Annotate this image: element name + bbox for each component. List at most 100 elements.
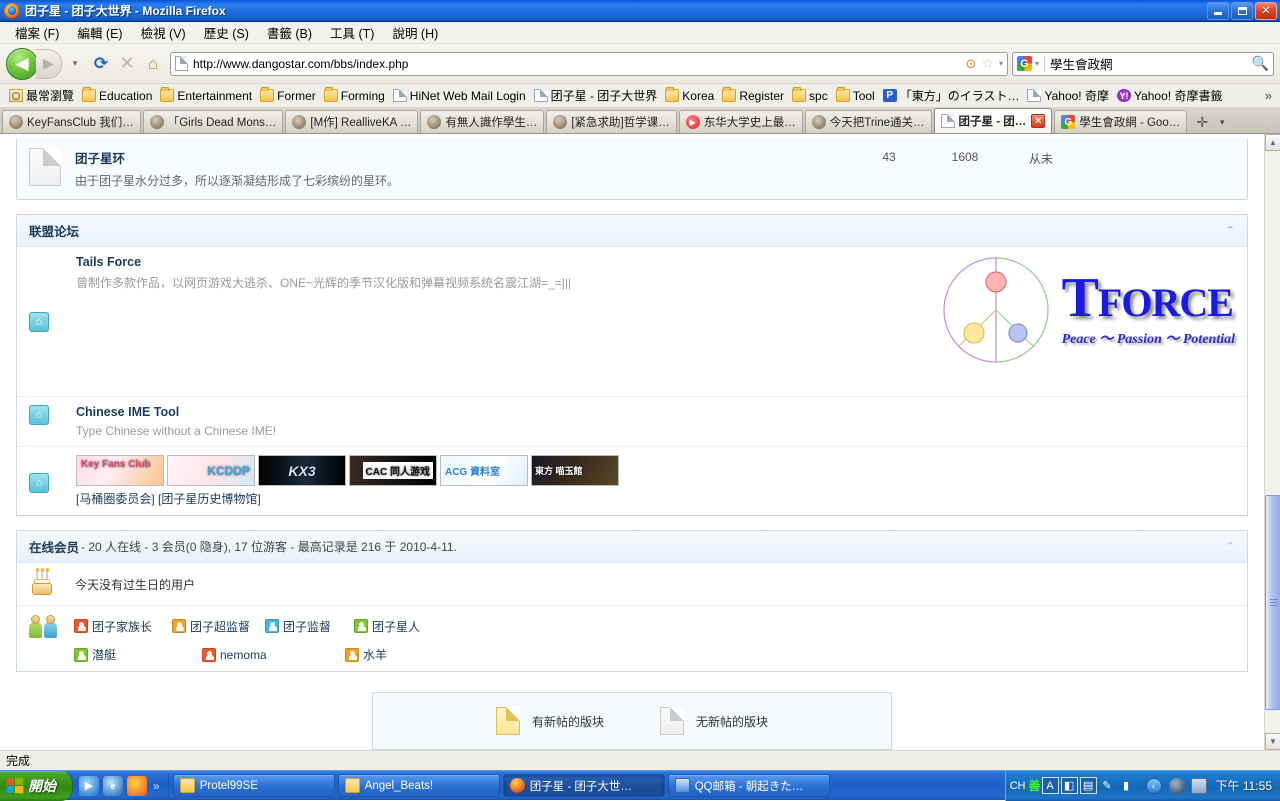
tab-keyfansclub[interactable]: KeyFansClub 我们… [2, 110, 141, 133]
ally-name[interactable]: Chinese IME Tool [76, 405, 1235, 419]
banner-touhou-miaoyu[interactable]: 東方 喵玉館 [531, 455, 619, 486]
url-text[interactable]: http://www.dangostar.com/bbs/index.php [193, 57, 408, 71]
tab-dangostar[interactable]: 团子星 - 团… ✕ [933, 108, 1053, 133]
scrollbar-thumb[interactable] [1265, 495, 1280, 710]
ime-language-label[interactable]: CH [1010, 780, 1026, 792]
list-item-member[interactable]: 团子家族长 [74, 618, 172, 635]
bookmark-entertainment[interactable]: Entertainment [156, 87, 256, 104]
menu-help[interactable]: 說明 (H) [383, 21, 447, 44]
bookmark-korea[interactable]: Korea [661, 87, 718, 104]
close-button[interactable]: ✕ [1255, 1, 1277, 20]
media-player-icon[interactable]: ▶ [79, 775, 99, 796]
bookmark-hinet-mail[interactable]: HiNet Web Mail Login [389, 88, 530, 104]
close-icon[interactable]: ✕ [1031, 114, 1046, 128]
back-button[interactable]: ◀ [6, 47, 38, 80]
banner-acg-library[interactable]: ACG 資料室 [440, 455, 528, 486]
member-name[interactable]: 团子超监督 [190, 618, 250, 635]
scroll-down-button[interactable]: ▼ [1265, 733, 1280, 750]
menu-history[interactable]: 歷史 (S) [195, 21, 258, 44]
member-name[interactable]: 团子星人 [372, 618, 420, 635]
start-button[interactable]: 開始 [0, 770, 73, 801]
list-item-member[interactable]: 团子星人 [354, 618, 420, 635]
online-members-header[interactable]: 在线会员 - 20 人在线 - 3 会员(0 隐身), 17 位游客 - 最高记… [16, 530, 1248, 562]
collapse-chevron-up-icon[interactable]: ⌃ [1226, 540, 1235, 553]
member-name[interactable]: 团子监督 [283, 618, 331, 635]
bookmarks-overflow-button[interactable]: » [1265, 88, 1280, 103]
tab-trine[interactable]: 今天把Trine通关… [804, 110, 932, 133]
search-input[interactable]: 學生會政網 [1050, 54, 1252, 73]
home-icon[interactable]: ⌂ [140, 51, 166, 77]
menu-view[interactable]: 檢視 (V) [132, 21, 195, 44]
ime-fullwidth-icon[interactable]: A [1041, 777, 1059, 794]
bookmark-former[interactable]: Former [256, 87, 320, 104]
member-name[interactable]: nemoma [220, 648, 267, 662]
tab-donghua-university[interactable]: ▶ 东华大学史上最… [678, 110, 803, 133]
bookmark-spc[interactable]: spc [788, 87, 832, 104]
google-search-engine-icon[interactable] [1017, 56, 1032, 71]
bookmark-forming[interactable]: Forming [320, 87, 389, 104]
ime-toolbar[interactable]: CH 善 A ◧ ▤ ✎ ▮ [1010, 777, 1136, 794]
member-name[interactable]: 潜艇 [92, 646, 116, 663]
bookmark-most-visited[interactable]: 最常瀏覽 [5, 86, 78, 105]
forward-button[interactable]: ▶ [36, 48, 62, 79]
bookmark-pixiv-touhou[interactable]: P 「東方」のイラスト… [879, 86, 1024, 105]
forum-title[interactable]: 团子星环 [75, 148, 853, 167]
ally-links-line[interactable]: [马桶圈委员会] [团子星历史博物馆] [76, 490, 1235, 507]
menu-tools[interactable]: 工具 (T) [321, 21, 383, 44]
ime-pen-icon[interactable]: ✎ [1099, 777, 1116, 794]
ime-mode-label[interactable]: 善 [1029, 777, 1041, 794]
home-icon[interactable]: ⌂ [29, 405, 49, 425]
list-item-member[interactable]: 水羊 [345, 646, 387, 663]
task-protel99se[interactable]: Protel99SE [172, 774, 335, 797]
clock[interactable]: 下午 11:55 [1216, 777, 1272, 794]
bookmark-dangostar[interactable]: 团子星 - 团子大世界 [530, 86, 662, 105]
list-item-member[interactable]: 潜艇 [74, 646, 202, 663]
ime-toolbar-icon[interactable]: ▤ [1079, 777, 1097, 794]
bookmark-education[interactable]: Education [78, 87, 156, 104]
list-item-tails-force[interactable]: ⌂ Tails Force 曾制作多款作品，以网页游戏大逃杀、ONE~光辉的季节… [17, 247, 1247, 397]
tab-student-question[interactable]: 有無人識作學生… [420, 110, 545, 133]
new-tab-button[interactable]: ✛ [1191, 111, 1213, 133]
list-item-member[interactable]: 团子超监督 [172, 618, 265, 635]
bookmark-yahoo-bookmarks[interactable]: Y! Yahoo! 奇摩書籤 [1113, 86, 1226, 105]
bookmark-yahoo[interactable]: Yahoo! 奇摩 [1023, 86, 1112, 105]
table-row[interactable]: 团子星环 由于团子星水分过多，所以逐渐凝结形成了七彩缤纷的星环。 43 1608… [17, 138, 1247, 199]
list-item-member[interactable]: 团子监督 [265, 618, 354, 635]
tab-reallivekа[interactable]: [M作] RealliveKA … [285, 110, 419, 133]
task-qq-mail[interactable]: QQ邮箱 - 朝起きた… [667, 774, 830, 797]
home-icon[interactable]: ⌂ [29, 312, 49, 332]
ime-help-icon[interactable]: ▮ [1118, 777, 1135, 794]
collapse-chevron-up-icon[interactable]: ⌃ [1226, 224, 1235, 237]
menu-file[interactable]: 檔案 (F) [6, 21, 68, 44]
menu-bookmarks[interactable]: 書籤 (B) [258, 21, 321, 44]
network-monitor-icon[interactable] [1190, 777, 1207, 794]
banner-kx3[interactable]: KX3 [258, 455, 346, 486]
volume-speaker-icon[interactable] [1168, 777, 1185, 794]
member-name[interactable]: 团子家族长 [92, 618, 152, 635]
maximize-button[interactable] [1231, 1, 1253, 20]
tab-philosophy-help[interactable]: [紧急求助]哲学课… [546, 110, 677, 133]
bookmark-register[interactable]: Register [718, 87, 788, 104]
banner-key-fans-club[interactable]: Key Fans Club [76, 455, 164, 486]
list-item-chinese-ime-tool[interactable]: ⌂ Chinese IME Tool Type Chinese without … [17, 397, 1247, 447]
banner-cac[interactable]: CAC 同人游戏 [349, 455, 437, 486]
bookmark-star-icon[interactable]: ☆ [981, 55, 994, 72]
internet-explorer-icon[interactable]: e [103, 775, 123, 796]
chevron-down-icon[interactable]: ▾ [999, 59, 1003, 68]
scroll-up-button[interactable]: ▲ [1265, 134, 1280, 151]
list-item-member[interactable]: nemoma [202, 646, 345, 663]
member-name[interactable]: 水羊 [363, 646, 387, 663]
url-bar[interactable]: http://www.dangostar.com/bbs/index.php ⊙… [170, 51, 1008, 76]
search-icon[interactable]: 🔍 [1252, 55, 1269, 72]
ime-halfwidth-icon[interactable]: ◧ [1060, 777, 1078, 794]
home-icon[interactable]: ⌂ [29, 473, 49, 493]
vertical-scrollbar[interactable]: ▲ ▼ [1264, 134, 1280, 750]
search-engine-chevron-icon[interactable]: ▾ [1035, 59, 1039, 68]
minimize-button[interactable] [1207, 1, 1229, 20]
nav-dropdown-button[interactable]: ▾ [62, 51, 88, 77]
stop-icon[interactable]: ✕ [114, 51, 140, 77]
reload-icon[interactable]: ⟳ [88, 51, 114, 77]
firefox-icon[interactable] [127, 775, 147, 796]
tab-student-gov-google[interactable]: 學生會政網 - Goo… [1054, 110, 1188, 133]
tab-list-chevron-down-icon[interactable]: ▾ [1213, 111, 1231, 133]
